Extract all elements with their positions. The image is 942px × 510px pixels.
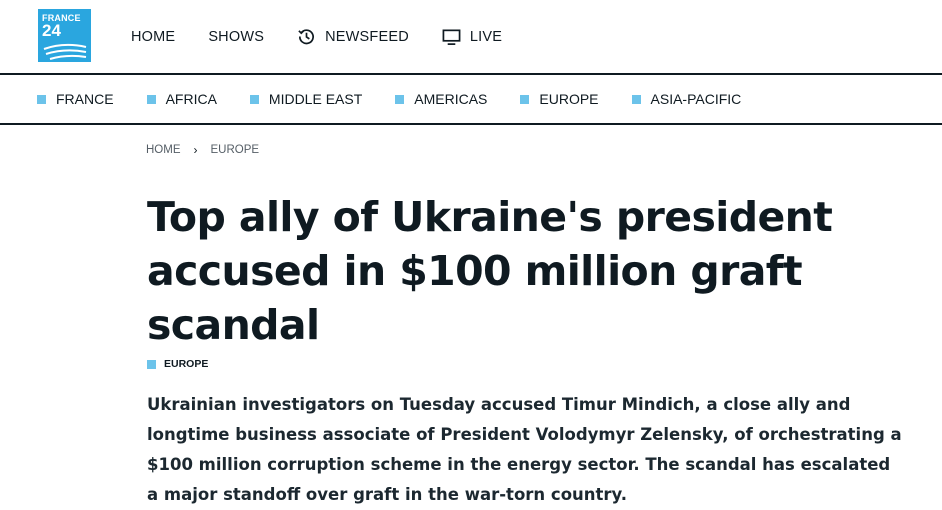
nav-newsfeed[interactable]: NEWSFEED <box>297 27 409 46</box>
category-label: EUROPE <box>539 91 599 107</box>
category-label: FRANCE <box>56 91 114 107</box>
main-nav: HOME SHOWS NEWSFEED LIVE <box>131 0 535 73</box>
category-france[interactable]: FRANCE <box>37 91 114 107</box>
nav-live-label: LIVE <box>469 28 503 45</box>
article-lead: Ukrainian investigators on Tuesday accus… <box>147 395 902 504</box>
article-tag-label: EUROPE <box>164 358 209 370</box>
breadcrumb: HOME › EUROPE <box>146 143 259 157</box>
nav-shows-label: SHOWS <box>208 28 265 45</box>
square-bullet-icon <box>395 94 405 104</box>
square-bullet-icon <box>249 94 259 104</box>
nav-live[interactable]: LIVE <box>442 28 502 46</box>
category-label: ASIA-PACIFIC <box>650 91 742 107</box>
category-label: MIDDLE EAST <box>268 91 363 107</box>
breadcrumb-home-link[interactable]: HOME <box>146 144 181 156</box>
category-label: AMERICAS <box>414 91 488 107</box>
france24-logo[interactable]: FRANCE 24 <box>38 9 91 62</box>
article-section-tag[interactable]: EUROPE <box>147 358 208 370</box>
category-africa[interactable]: AFRICA <box>146 91 217 107</box>
history-clock-icon <box>297 27 316 46</box>
square-bullet-icon <box>146 94 156 104</box>
nav-shows[interactable]: SHOWS <box>208 29 264 45</box>
logo-text-24: 24 <box>42 21 61 40</box>
nav-home[interactable]: HOME <box>131 29 175 45</box>
monitor-icon <box>442 28 461 46</box>
category-europe[interactable]: EUROPE <box>520 91 599 107</box>
square-bullet-icon <box>37 94 46 104</box>
chevron-right-icon: › <box>193 143 198 157</box>
category-nav: FRANCE AFRICA MIDDLE EAST AMERICAS EUROP… <box>0 75 942 125</box>
square-bullet-icon <box>520 94 530 104</box>
nav-home-label: HOME <box>131 28 176 45</box>
nav-newsfeed-label: NEWSFEED <box>325 28 409 45</box>
square-bullet-icon <box>631 94 641 104</box>
top-header: FRANCE 24 HOME SHOWS NEWSFEED LIVE <box>0 0 942 75</box>
article-headline: Top ally of Ukraine's president accused … <box>147 193 833 349</box>
category-americas[interactable]: AMERICAS <box>395 91 487 107</box>
square-bullet-icon <box>147 359 156 369</box>
category-label: AFRICA <box>165 91 217 107</box>
category-middle-east[interactable]: MIDDLE EAST <box>249 91 363 107</box>
breadcrumb-section-link[interactable]: EUROPE <box>211 144 260 156</box>
category-asia-pacific[interactable]: ASIA-PACIFIC <box>631 91 742 107</box>
